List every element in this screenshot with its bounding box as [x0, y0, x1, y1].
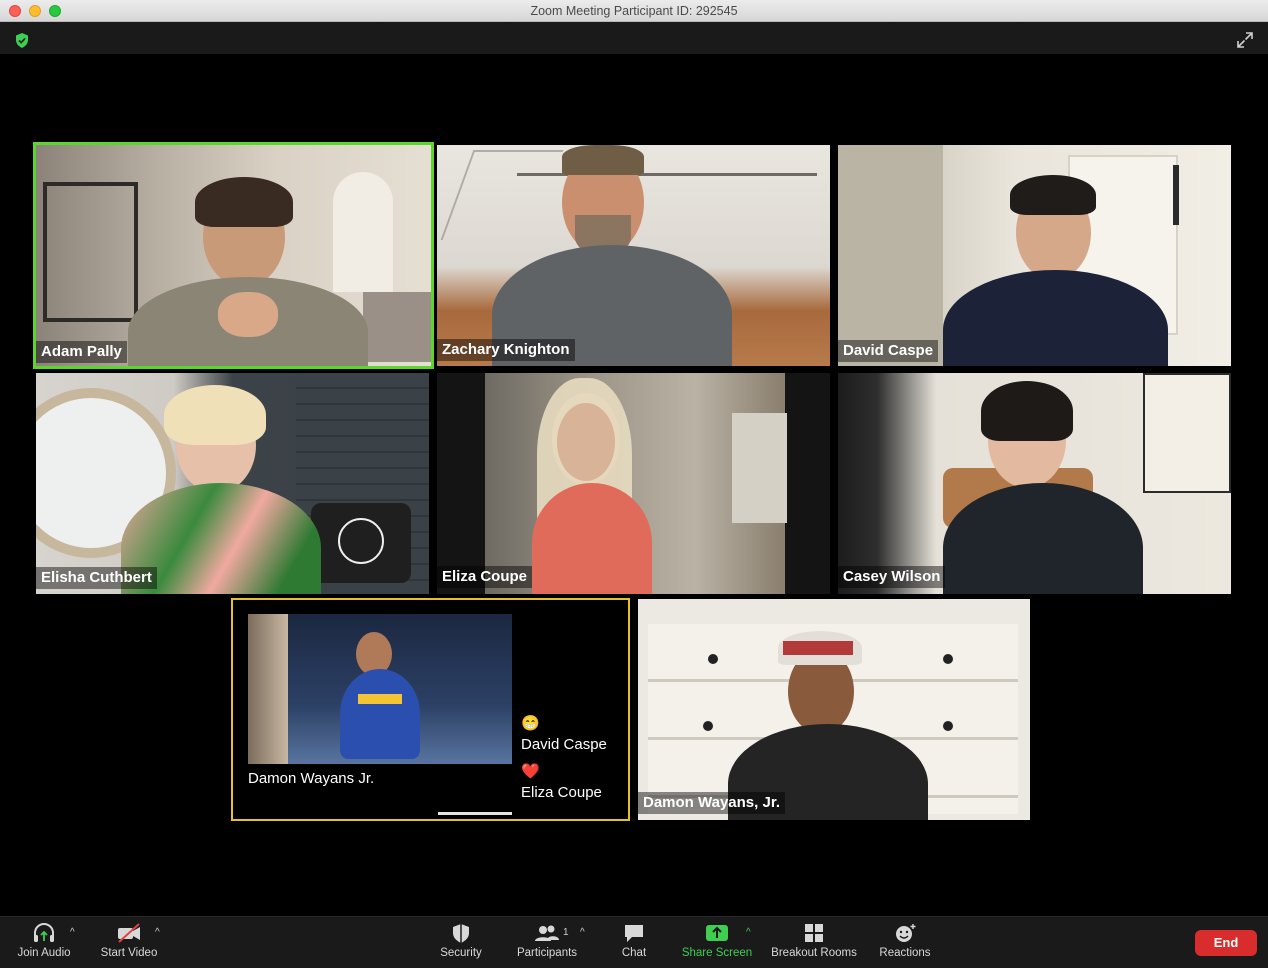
- participant-name: Damon Wayans, Jr.: [638, 792, 785, 814]
- breakout-rooms-label: Breakout Rooms: [771, 947, 857, 959]
- join-audio-button[interactable]: Join Audio: [12, 921, 76, 965]
- chat-label: Chat: [621, 947, 647, 959]
- video-tile-eliza-coupe[interactable]: Eliza Coupe: [437, 373, 830, 594]
- encryption-shield-icon[interactable]: [15, 33, 29, 53]
- video-options-chevron-icon[interactable]: ^: [155, 927, 160, 938]
- video-tile-david-caspe[interactable]: David Caspe: [838, 145, 1231, 366]
- reaction-emoji-icon: 😁: [521, 715, 540, 732]
- audio-options-chevron-icon[interactable]: ^: [70, 927, 75, 938]
- video-tile-casey-wilson[interactable]: Casey Wilson: [838, 373, 1231, 594]
- video-feed: [437, 373, 830, 594]
- fullscreen-icon[interactable]: [1236, 31, 1254, 54]
- participant-name: David Caspe: [838, 340, 939, 362]
- join-audio-label: Join Audio: [17, 947, 71, 959]
- video-feed: [838, 145, 1231, 366]
- reactions-button[interactable]: Reactions: [870, 921, 940, 965]
- meeting-top-bar: [0, 22, 1268, 54]
- security-label: Security: [440, 947, 482, 959]
- smiley-reaction-icon: [870, 921, 940, 947]
- chat-bubble-icon: [612, 921, 656, 947]
- headphones-icon: [12, 921, 76, 947]
- participant-name: Casey Wilson: [838, 566, 946, 588]
- highlighted-reaction-tile[interactable]: Damon Wayans Jr. 😁 David Caspe ❤️ Eliza …: [231, 598, 630, 821]
- participant-name: Elisha Cuthbert: [36, 567, 157, 589]
- participants-count-badge: 1: [563, 927, 569, 938]
- video-tile-elisha-cuthbert[interactable]: Elisha Cuthbert: [36, 373, 429, 594]
- video-tile-adam-pally[interactable]: Adam Pally: [33, 142, 434, 369]
- participant-name: Adam Pally: [36, 341, 127, 363]
- reaction-name: Eliza Coupe: [521, 784, 602, 801]
- start-video-label: Start Video: [100, 947, 158, 959]
- window-titlebar: Zoom Meeting Participant ID: 292545: [0, 0, 1268, 22]
- reactions-label: Reactions: [879, 947, 931, 959]
- window-title: Zoom Meeting Participant ID: 292545: [530, 4, 738, 18]
- shared-video-feed: [248, 614, 512, 818]
- breakout-rooms-icon: [768, 921, 860, 947]
- participant-name: Zachary Knighton: [437, 339, 575, 361]
- video-tile-zachary-knighton[interactable]: Zachary Knighton: [437, 145, 830, 366]
- share-options-chevron-icon[interactable]: ^: [746, 927, 751, 938]
- video-tile-damon-wayans-jr[interactable]: Damon Wayans, Jr.: [638, 599, 1030, 820]
- security-button[interactable]: Security: [432, 921, 490, 965]
- share-screen-label: Share Screen: [681, 947, 753, 959]
- participants-label: Participants: [516, 947, 578, 959]
- video-feed: [838, 373, 1231, 594]
- shared-video-label: Damon Wayans Jr.: [248, 770, 375, 787]
- reaction-emoji-icon: ❤️: [521, 763, 540, 780]
- participants-options-chevron-icon[interactable]: ^: [580, 927, 585, 938]
- video-off-icon: [94, 921, 164, 947]
- end-meeting-button[interactable]: End: [1195, 930, 1257, 956]
- start-video-button[interactable]: Start Video: [94, 921, 164, 965]
- meeting-controls-toolbar: Join Audio ^ Start Video ^ Security Part…: [0, 916, 1268, 968]
- security-shield-icon: [432, 921, 490, 947]
- video-feed: [33, 142, 434, 369]
- participant-name: Eliza Coupe: [437, 566, 533, 588]
- chat-button[interactable]: Chat: [612, 921, 656, 965]
- participants-button[interactable]: Participants: [512, 921, 582, 965]
- reaction-name: David Caspe: [521, 736, 607, 753]
- participants-icon: [512, 921, 582, 947]
- video-feed: [638, 599, 1030, 820]
- breakout-rooms-button[interactable]: Breakout Rooms: [768, 921, 860, 965]
- video-feed: [36, 373, 429, 594]
- video-feed: [437, 145, 830, 366]
